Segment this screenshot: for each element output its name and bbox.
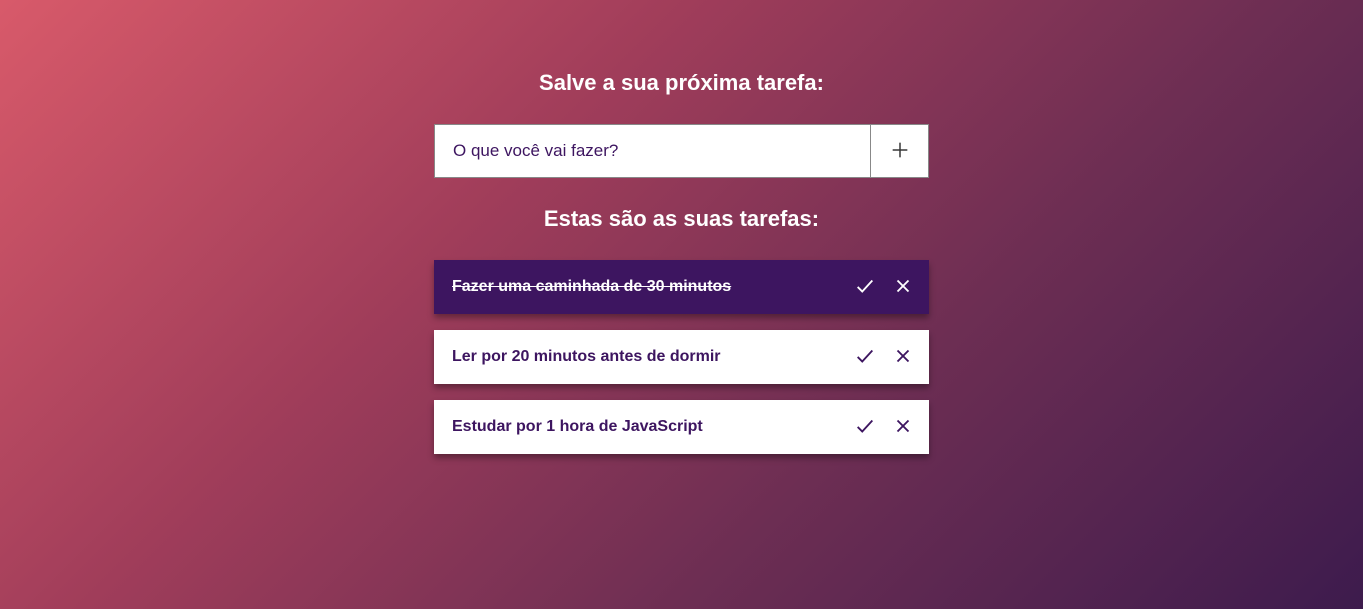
task-input[interactable]	[434, 124, 871, 178]
task-item: Ler por 20 minutos antes de dormir	[434, 330, 929, 384]
input-heading: Salve a sua próxima tarefa:	[539, 70, 824, 96]
delete-button[interactable]	[891, 415, 915, 439]
task-text: Fazer uma caminhada de 30 minutos	[452, 278, 853, 296]
task-list: Fazer uma caminhada de 30 minutos Ler por…	[434, 260, 929, 454]
complete-button[interactable]	[853, 275, 877, 299]
task-text: Ler por 20 minutos antes de dormir	[452, 348, 853, 366]
check-icon	[854, 415, 876, 440]
plus-icon	[889, 139, 911, 164]
add-button[interactable]	[871, 124, 929, 178]
close-icon	[892, 275, 914, 300]
task-actions	[853, 275, 915, 299]
input-row	[434, 124, 929, 178]
task-text: Estudar por 1 hora de JavaScript	[452, 418, 853, 436]
task-actions	[853, 415, 915, 439]
task-actions	[853, 345, 915, 369]
check-icon	[854, 345, 876, 370]
delete-button[interactable]	[891, 345, 915, 369]
complete-button[interactable]	[853, 415, 877, 439]
complete-button[interactable]	[853, 345, 877, 369]
close-icon	[892, 345, 914, 370]
task-item: Fazer uma caminhada de 30 minutos	[434, 260, 929, 314]
list-heading: Estas são as suas tarefas:	[544, 206, 819, 232]
check-icon	[854, 275, 876, 300]
delete-button[interactable]	[891, 275, 915, 299]
close-icon	[892, 415, 914, 440]
task-item: Estudar por 1 hora de JavaScript	[434, 400, 929, 454]
